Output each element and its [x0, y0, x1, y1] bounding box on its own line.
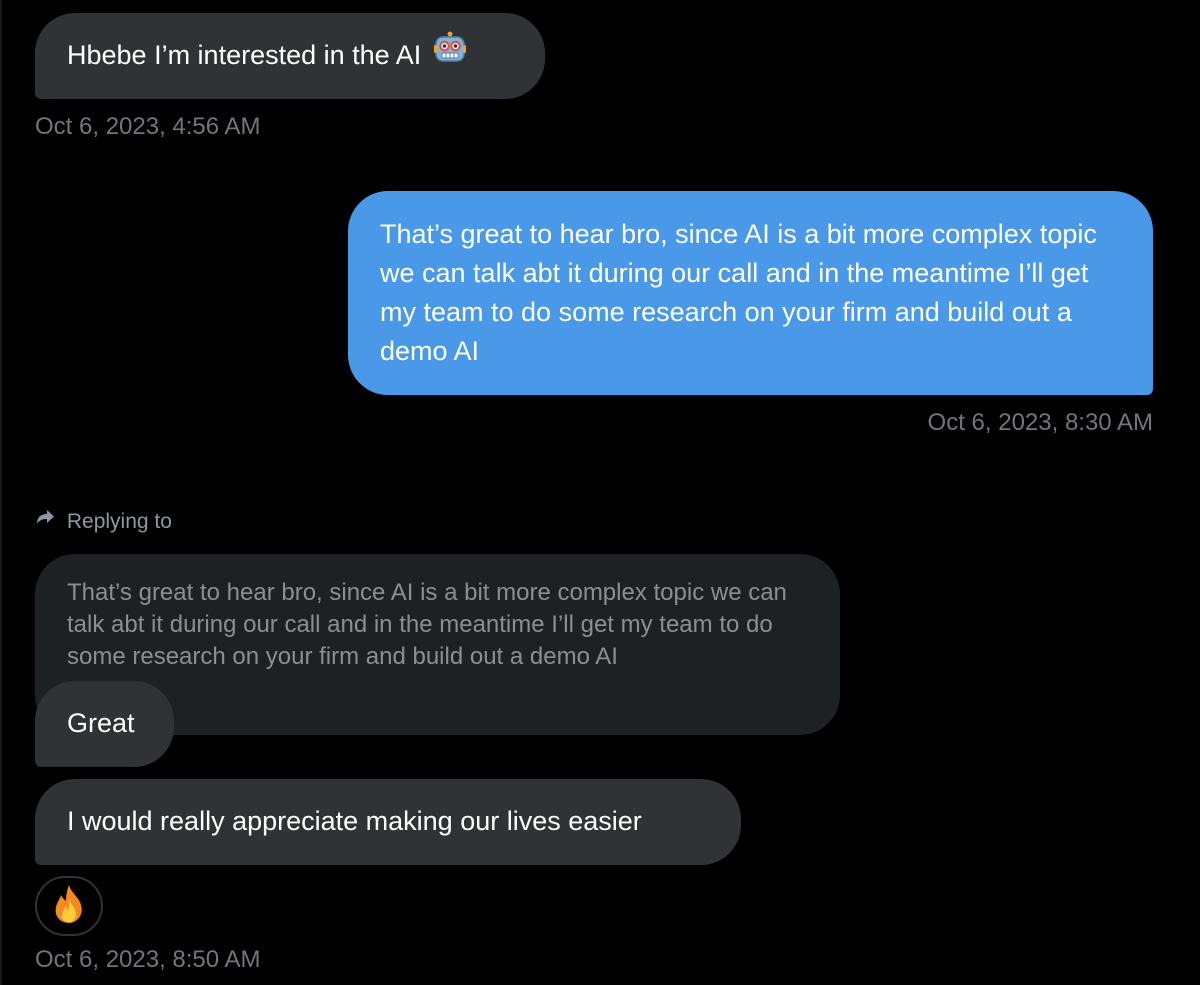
robot-emoji-icon	[433, 31, 467, 76]
quoted-message-text: That’s great to hear bro, since AI is a …	[67, 579, 787, 670]
message-text: Hbebe I’m interested in the AI	[67, 40, 422, 70]
reply-arrow-icon	[35, 506, 55, 534]
message-bubble-received[interactable]: Great	[35, 681, 174, 767]
message-timestamp: Oct 6, 2023, 8:50 AM	[35, 946, 261, 973]
message-text: Great	[67, 708, 135, 738]
reaction-badge[interactable]	[35, 876, 103, 936]
message-text: I would really appreciate making our liv…	[67, 806, 642, 836]
message-timestamp: Oct 6, 2023, 8:30 AM	[927, 409, 1153, 436]
window-edge-divider	[0, 0, 2, 985]
message-timestamp: Oct 6, 2023, 4:56 AM	[35, 113, 261, 140]
message-bubble-received[interactable]: I would really appreciate making our liv…	[35, 779, 741, 865]
replying-to-label: Replying to	[35, 508, 172, 536]
message-bubble-sent[interactable]: That’s great to hear bro, since AI is a …	[348, 191, 1153, 395]
message-bubble-received[interactable]: Hbebe I’m interested in the AI	[35, 13, 545, 99]
message-text: That’s great to hear bro, since AI is a …	[380, 219, 1097, 366]
replying-to-text: Replying to	[66, 510, 172, 533]
fire-emoji-icon	[49, 883, 89, 930]
